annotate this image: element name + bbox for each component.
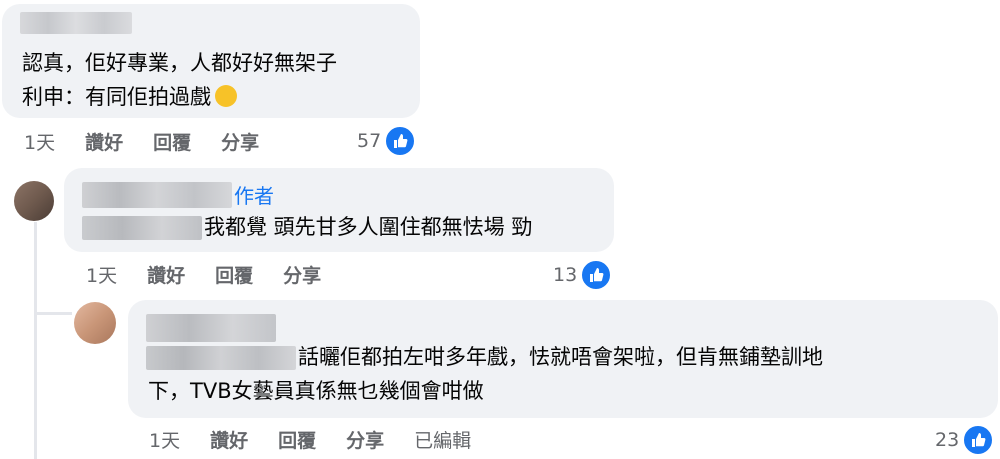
avatar[interactable] (74, 302, 116, 344)
comment-bubble: 作者 我都覺 頭先甘多人圍住都無怯場 勁 (64, 168, 614, 252)
comment-time[interactable]: 1天 (86, 261, 117, 288)
thumbs-up-icon (384, 125, 417, 157)
like-count[interactable]: 13 (553, 259, 613, 291)
comment-time[interactable]: 1天 (24, 128, 55, 155)
like-count[interactable]: 23 (935, 424, 995, 456)
like-button[interactable]: 讚好 (210, 426, 248, 453)
share-button[interactable]: 分享 (221, 128, 259, 155)
reply-button[interactable]: 回覆 (215, 261, 253, 288)
comment-text: 認真，佢好專業，人都好好無架子 利申：有同佢拍過戲 (22, 51, 337, 109)
share-button[interactable]: 分享 (283, 261, 321, 288)
like-count[interactable]: 57 (357, 125, 417, 157)
author-badge: 作者 (234, 184, 274, 208)
comment-bubble: 話曬佢都拍左咁多年戲，怯就唔會架啦，但肯無鋪墊訓地 下，TVB女藝員真係無乜幾個… (128, 300, 998, 418)
edited-label: 已編輯 (414, 430, 472, 452)
comment-actions: 1天 讚好 回覆 分享 已編輯 (149, 426, 501, 453)
comment-text: 話曬佢都拍左咁多年戲，怯就唔會架啦，但肯無鋪墊訓地 下，TVB女藝員真係無乜幾個… (148, 345, 823, 403)
commenter-name-blurred[interactable] (82, 182, 232, 208)
comment-actions: 1天 讚好 回覆 分享 (86, 261, 351, 288)
like-button[interactable]: 讚好 (85, 128, 123, 155)
upside-down-face-emoji (215, 85, 237, 107)
thread-line-branch (34, 312, 72, 315)
comment-bubble: 認真，佢好專業，人都好好無架子 利申：有同佢拍過戲 (2, 4, 420, 118)
commenter-name-blurred[interactable] (146, 314, 276, 342)
thread-line (34, 222, 37, 459)
share-button[interactable]: 分享 (346, 426, 384, 453)
commenter-name-blurred (82, 216, 202, 240)
commenter-name-blurred[interactable] (20, 12, 132, 34)
like-button[interactable]: 讚好 (147, 261, 185, 288)
avatar[interactable] (14, 181, 54, 221)
reply-button[interactable]: 回覆 (278, 426, 316, 453)
comment-actions: 1天 讚好 回覆 分享 (24, 128, 289, 155)
comment-text: 我都覺 頭先甘多人圍住都無怯場 勁 (204, 215, 533, 239)
thumbs-up-icon (962, 424, 995, 456)
comment-time[interactable]: 1天 (149, 426, 180, 453)
reply-button[interactable]: 回覆 (153, 128, 191, 155)
thumbs-up-icon (580, 259, 613, 291)
